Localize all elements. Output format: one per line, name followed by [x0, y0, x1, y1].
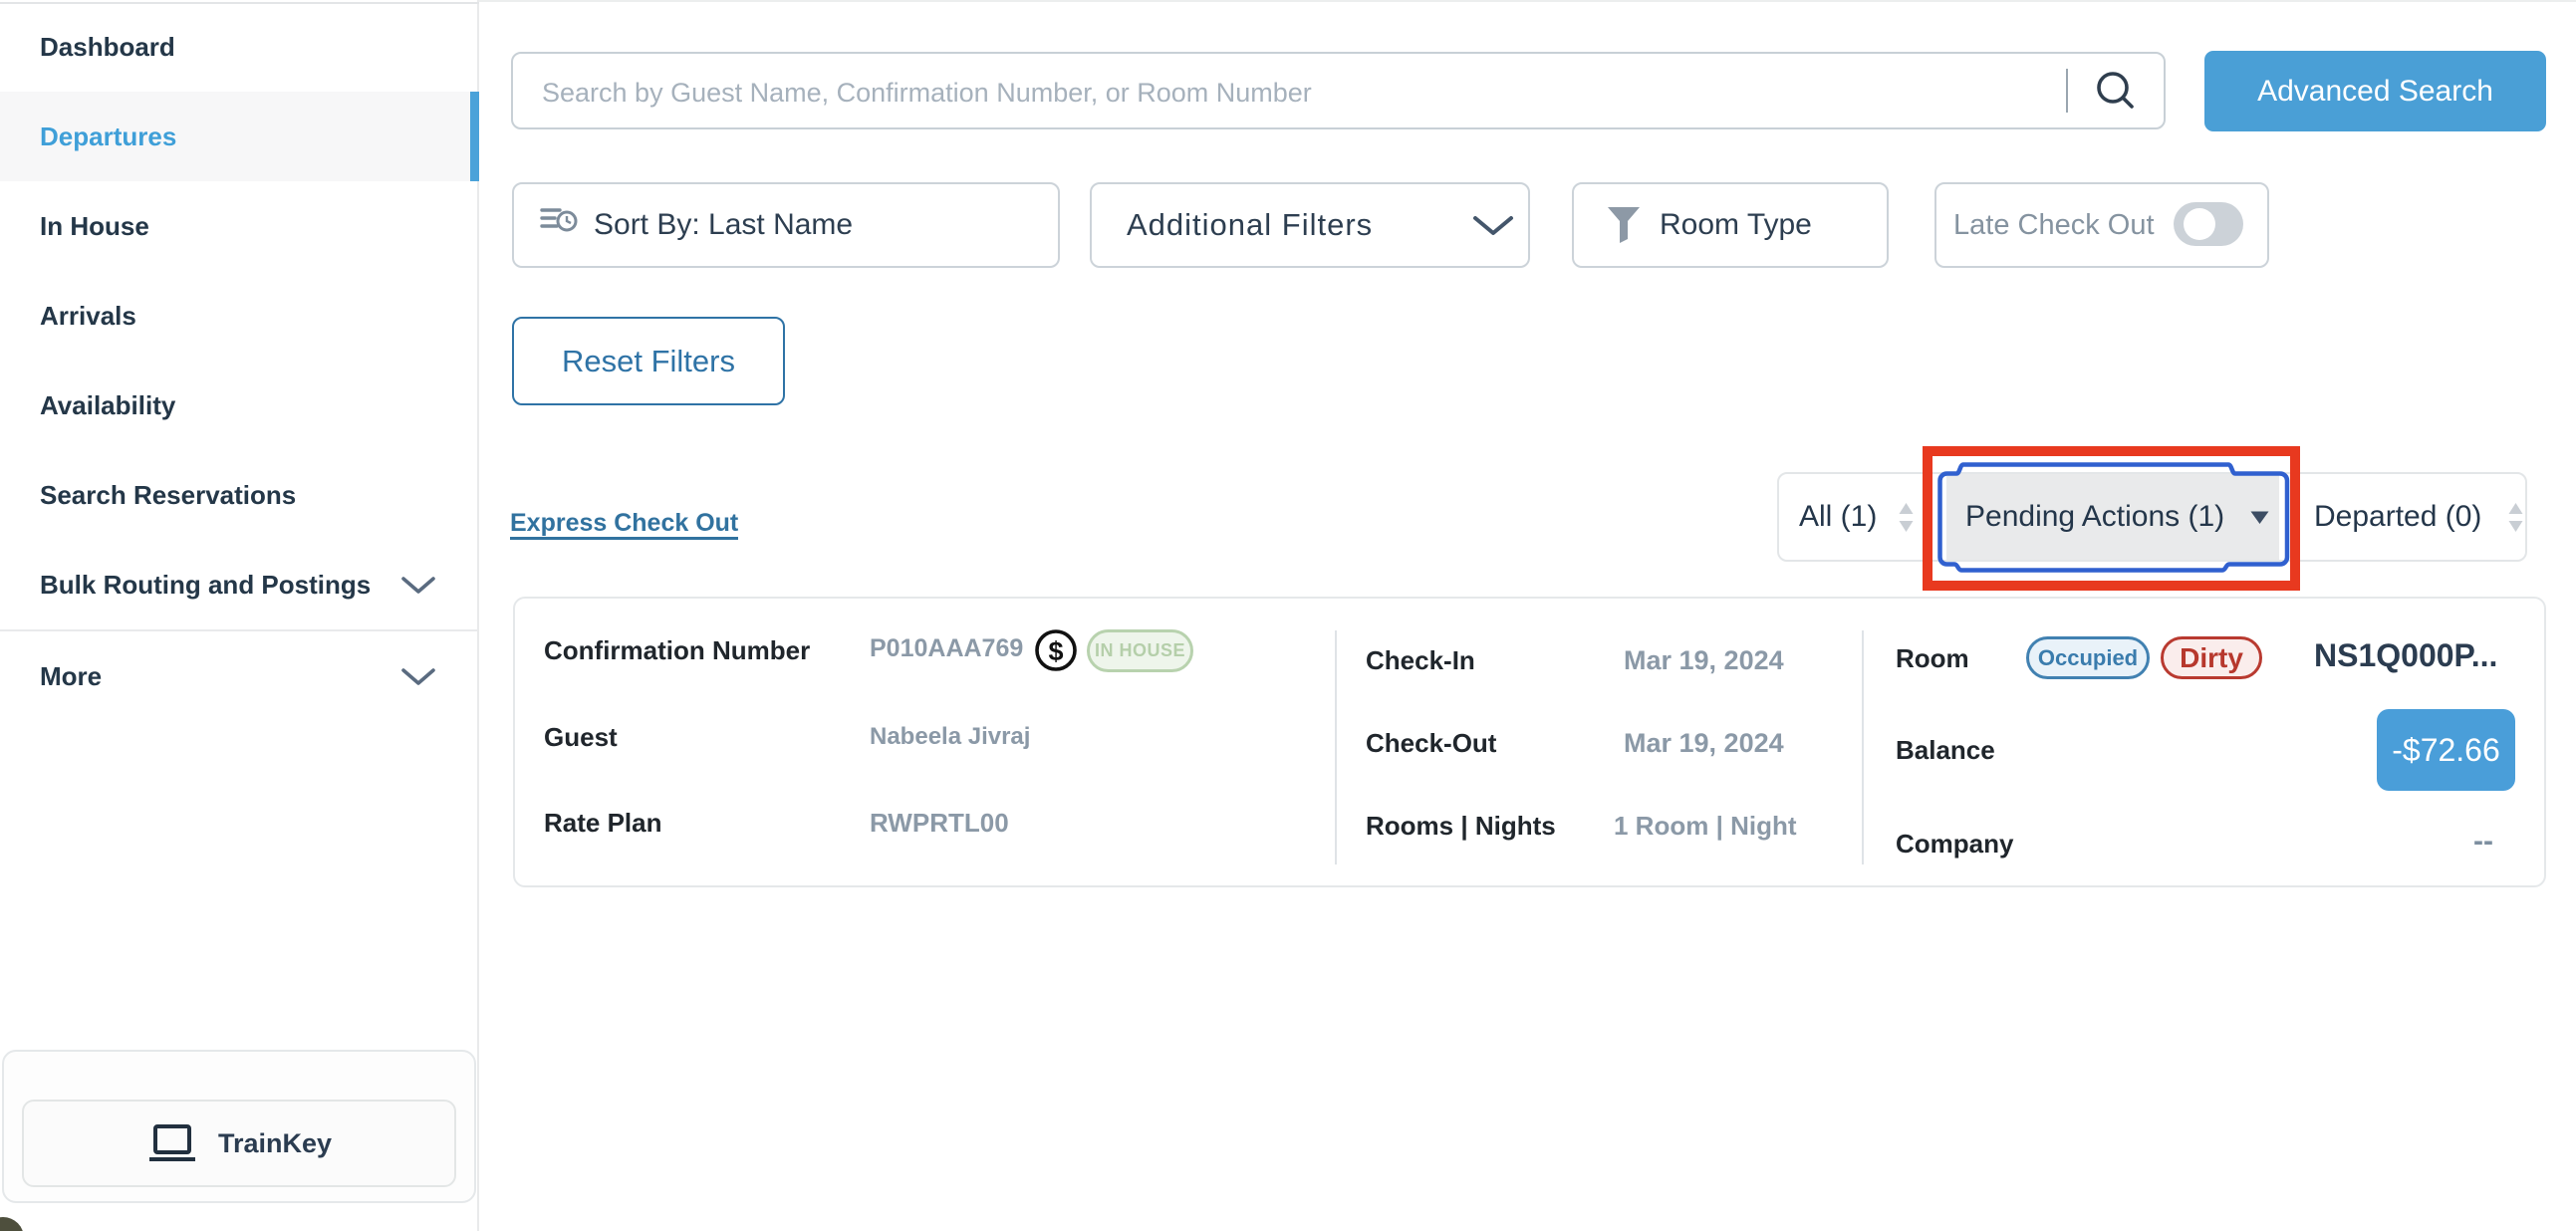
svg-text:$: $: [1048, 636, 1063, 666]
